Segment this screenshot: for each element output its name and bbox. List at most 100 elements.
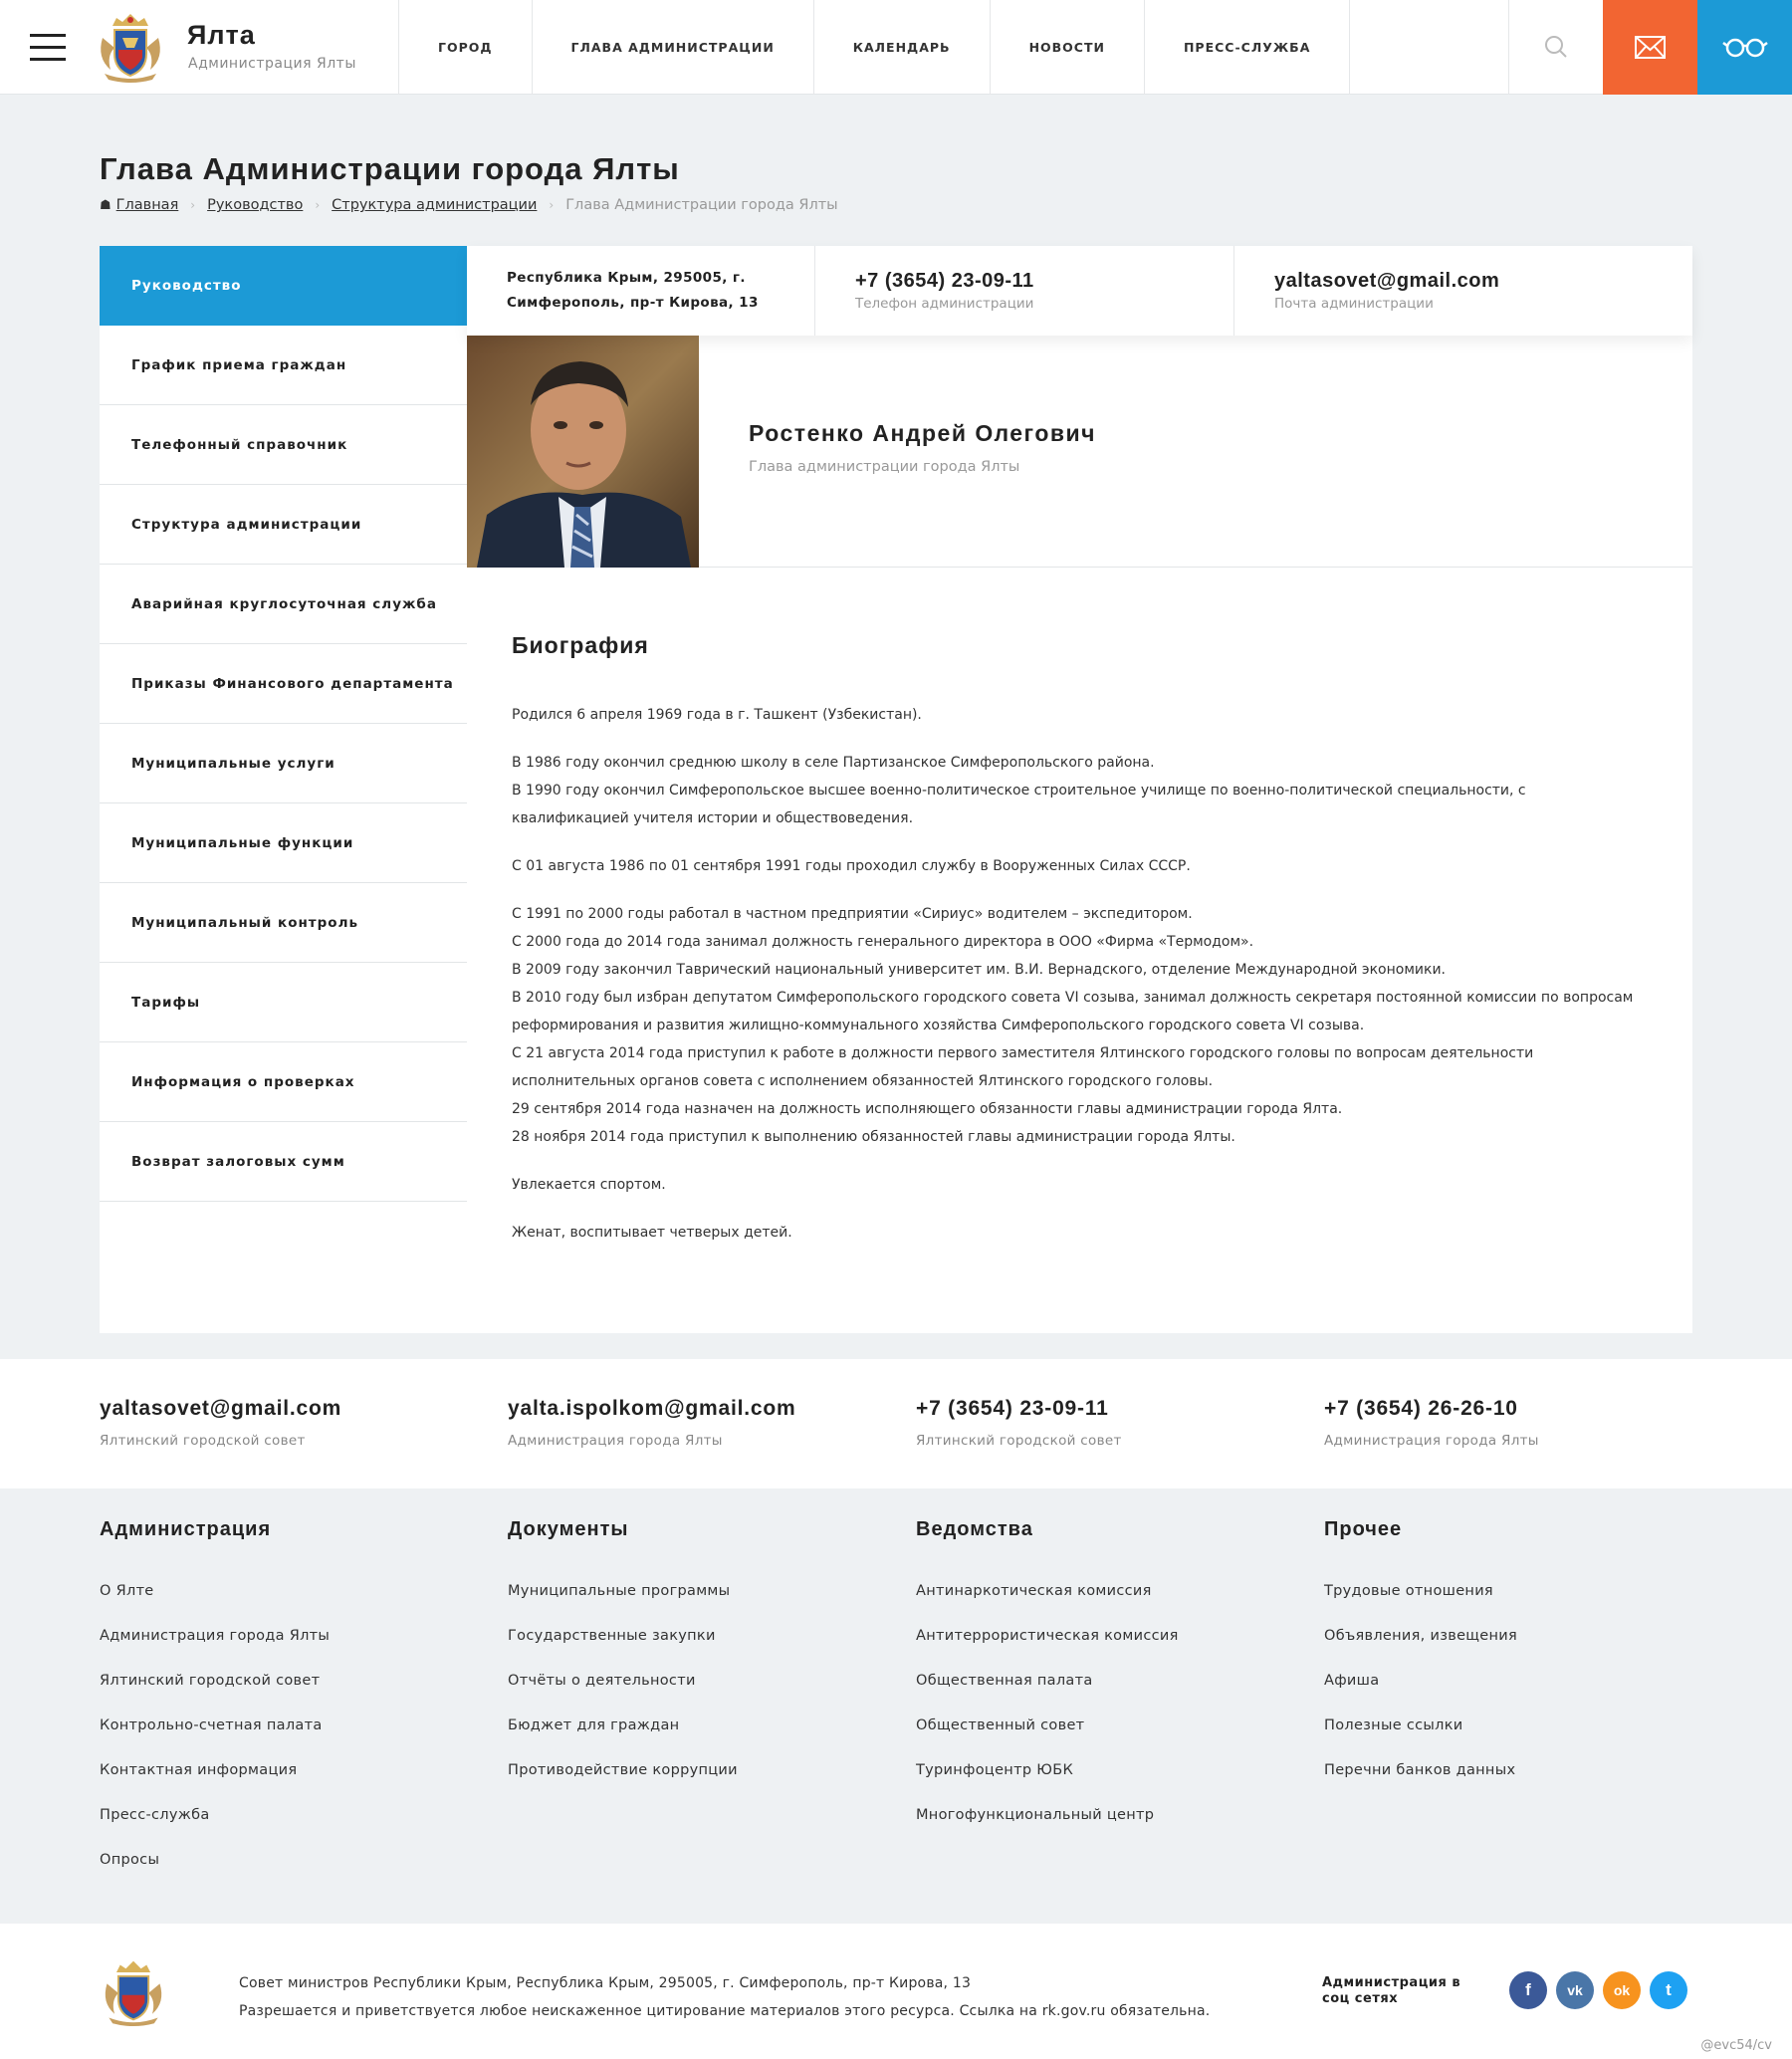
contact-strip: Республика Крым, 295005, г. Симферополь,… xyxy=(467,246,1692,336)
bio-paragraph: Женат, воспитывает четверых детей. xyxy=(512,1225,792,1241)
social-label: Администрация в соц сетях xyxy=(1322,1975,1461,2006)
footer-contact-label: Администрация города Ялты xyxy=(1324,1433,1539,1449)
footer-link[interactable]: О Ялте xyxy=(100,1569,330,1614)
footer-column-title: Документы xyxy=(508,1518,629,1540)
sidebar-item-municipal-control[interactable]: Муниципальный контроль xyxy=(100,883,467,963)
footer-link[interactable]: Общественная палата xyxy=(916,1659,1179,1704)
footer-link[interactable]: Противодействие коррупции xyxy=(508,1748,738,1793)
nav-item-city[interactable]: ГОРОД xyxy=(398,0,532,95)
address-line-1: Республика Крым, 295005, г. xyxy=(507,270,746,286)
footer-contact-label: Ялтинский городской совет xyxy=(916,1433,1122,1449)
footer-link[interactable]: Объявления, извещения xyxy=(1324,1614,1517,1659)
footer-link[interactable]: Антинаркотическая комиссия xyxy=(916,1569,1179,1614)
main-content: Республика Крым, 295005, г. Симферополь,… xyxy=(467,246,1692,1333)
breadcrumb: ☗ Главная › Руководство › Структура адми… xyxy=(100,197,838,213)
sidebar-item-municipal-functions[interactable]: Муниципальные функции xyxy=(100,803,467,883)
footer-link[interactable]: Муниципальные программы xyxy=(508,1569,738,1614)
footer-link[interactable]: Антитеррористическая комиссия xyxy=(916,1614,1179,1659)
page-title: Глава Администрации города Ялты xyxy=(100,151,680,186)
footer-link[interactable]: Бюджет для граждан xyxy=(508,1704,738,1748)
sidebar-item-leadership[interactable]: Руководство xyxy=(100,246,467,326)
bio-paragraph: С 1991 по 2000 годы работал в частном пр… xyxy=(512,906,1634,1145)
footer-column-other: Прочее Трудовые отношения Объявления, из… xyxy=(1324,1518,1517,1793)
footer-column-title: Ведомства xyxy=(916,1518,1033,1540)
facebook-icon[interactable]: f xyxy=(1509,1971,1547,2009)
person-photo xyxy=(467,336,699,568)
bottom-bar: Совет министров Республики Крым, Республ… xyxy=(0,1924,1792,2059)
footer-copyright: Разрешается и приветствуется любое неиск… xyxy=(239,2003,1211,2019)
nav-item-news[interactable]: НОВОСТИ xyxy=(989,0,1144,95)
footer-contact: +7 (3654) 23-09-11 Ялтинский городской с… xyxy=(916,1397,1122,1449)
breadcrumb-current: Глава Администрации города Ялты xyxy=(565,197,838,213)
nav-item-head-of-administration[interactable]: ГЛАВА АДМИНИСТРАЦИИ xyxy=(531,0,813,95)
breadcrumb-leadership[interactable]: Руководство xyxy=(207,197,303,213)
vk-icon[interactable]: vk xyxy=(1556,1971,1594,2009)
admin-phone-number[interactable]: +7 (3654) 23-09-11 xyxy=(855,270,1233,293)
bio-paragraph: С 01 августа 1986 по 01 сентября 1991 го… xyxy=(512,858,1191,874)
footer-link[interactable]: Афиша xyxy=(1324,1659,1517,1704)
glasses-icon xyxy=(1722,38,1768,58)
sidebar-item-municipal-services[interactable]: Муниципальные услуги xyxy=(100,724,467,803)
sidebar-item-structure[interactable]: Структура администрации xyxy=(100,485,467,565)
footer-link[interactable]: Государственные закупки xyxy=(508,1614,738,1659)
biography: Биография Родился 6 апреля 1969 года в г… xyxy=(512,632,1637,1266)
footer-column-title: Прочее xyxy=(1324,1518,1403,1540)
site-title[interactable]: Ялта xyxy=(187,20,256,51)
footer-link[interactable]: Трудовые отношения xyxy=(1324,1569,1517,1614)
footer-link[interactable]: Контрольно-счетная палата xyxy=(100,1704,330,1748)
envelope-icon xyxy=(1635,36,1666,59)
footer-contact-label: Администрация города Ялты xyxy=(508,1433,723,1449)
footer-contact-value[interactable]: yalta.ispolkom@gmail.com xyxy=(508,1397,795,1421)
footer-contact-value[interactable]: yaltasovet@gmail.com xyxy=(100,1397,341,1421)
sidebar-item-tariffs[interactable]: Тарифы xyxy=(100,963,467,1042)
sidebar-item-inspections[interactable]: Информация о проверках xyxy=(100,1042,467,1122)
person-name: Ростенко Андрей Олегович xyxy=(749,420,1097,446)
footer-coat-of-arms-logo[interactable] xyxy=(98,1955,169,2027)
main-nav: ГОРОД ГЛАВА АДМИНИСТРАЦИИ КАЛЕНДАРЬ НОВО… xyxy=(398,0,1351,95)
footer-link[interactable]: Опросы xyxy=(100,1838,330,1883)
footer-link[interactable]: Перечни банков данных xyxy=(1324,1748,1517,1793)
sidebar-item-emergency-service[interactable]: Аварийная круглосуточная служба xyxy=(100,565,467,644)
site-subtitle: Администрация Ялты xyxy=(188,56,356,72)
admin-phone-label: Телефон администрации xyxy=(855,296,1034,312)
accessibility-button[interactable] xyxy=(1697,0,1792,95)
breadcrumb-home[interactable]: Главная xyxy=(116,197,179,213)
breadcrumb-structure[interactable]: Структура администрации xyxy=(332,197,537,213)
bio-paragraph: В 1986 году окончил среднюю школу в селе… xyxy=(512,755,1526,826)
footer-link[interactable]: Ялтинский городской совет xyxy=(100,1659,330,1704)
twitter-icon[interactable]: t xyxy=(1650,1971,1687,2009)
footer-contact: yaltasovet@gmail.com Ялтинский городской… xyxy=(100,1397,341,1449)
search-button[interactable] xyxy=(1508,0,1603,95)
sidebar-item-finance-orders[interactable]: Приказы Финансового департамента xyxy=(100,644,467,724)
footer-contact: yalta.ispolkom@gmail.com Администрация г… xyxy=(508,1397,795,1449)
breadcrumb-separator-icon: › xyxy=(315,198,321,212)
search-icon xyxy=(1545,36,1567,58)
home-icon[interactable]: ☗ xyxy=(100,198,112,213)
sidebar-item-phone-directory[interactable]: Телефонный справочник xyxy=(100,405,467,485)
sidebar-item-reception-schedule[interactable]: График приема граждан xyxy=(100,326,467,405)
footer-contact-value[interactable]: +7 (3654) 26-26-10 xyxy=(1324,1397,1539,1421)
admin-email-address[interactable]: yaltasovet@gmail.com xyxy=(1274,270,1692,293)
footer-link[interactable]: Общественный совет xyxy=(916,1704,1179,1748)
footer-link[interactable]: Контактная информация xyxy=(100,1748,330,1793)
nav-item-calendar[interactable]: КАЛЕНДАРЬ xyxy=(812,0,990,95)
footer-link[interactable]: Туринфоцентр ЮБК xyxy=(916,1748,1179,1793)
sidebar-item-deposit-refund[interactable]: Возврат залоговых сумм xyxy=(100,1122,467,1202)
odnoklassniki-icon[interactable]: ok xyxy=(1603,1971,1641,2009)
footer-column-departments: Ведомства Антинаркотическая комиссия Ант… xyxy=(916,1518,1179,1838)
hamburger-icon[interactable] xyxy=(30,34,66,62)
city-coat-of-arms-logo[interactable] xyxy=(93,8,168,84)
breadcrumb-separator-icon: › xyxy=(190,198,196,212)
person-card: Ростенко Андрей Олегович Глава администр… xyxy=(467,336,1692,568)
footer-link[interactable]: Администрация города Ялты xyxy=(100,1614,330,1659)
footer-link[interactable]: Отчёты о деятельности xyxy=(508,1659,738,1704)
footer-link[interactable]: Полезные ссылки xyxy=(1324,1704,1517,1748)
address: Республика Крым, 295005, г. Симферополь,… xyxy=(467,246,815,336)
nav-item-press[interactable]: ПРЕСС-СЛУЖБА xyxy=(1143,0,1351,95)
footer-link[interactable]: Многофункциональный центр xyxy=(916,1793,1179,1838)
watermark: @evc54/cv xyxy=(1700,2038,1772,2053)
mail-button[interactable] xyxy=(1603,0,1697,95)
footer-link[interactable]: Пресс-служба xyxy=(100,1793,330,1838)
footer-contact-value[interactable]: +7 (3654) 23-09-11 xyxy=(916,1397,1122,1421)
bio-paragraph: Родился 6 апреля 1969 года в г. Ташкент … xyxy=(512,707,922,723)
